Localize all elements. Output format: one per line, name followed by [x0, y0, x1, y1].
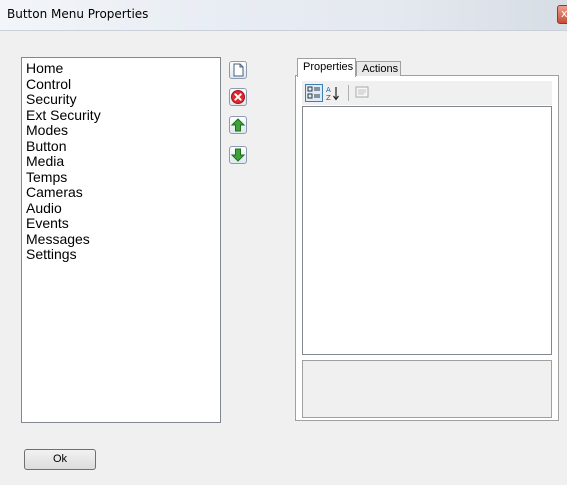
arrow-down-icon — [230, 148, 246, 162]
list-item[interactable]: Ext Security — [22, 107, 220, 124]
new-document-icon — [233, 63, 244, 77]
property-pages-icon — [355, 86, 369, 98]
list-item[interactable]: Modes — [22, 122, 220, 139]
menu-listbox[interactable]: Home Control Security Ext Security Modes Butt… — [21, 57, 221, 423]
alphabetical-sort-icon: A Z — [326, 86, 339, 102]
list-item[interactable]: Cameras — [22, 184, 220, 201]
close-button[interactable]: x — [557, 5, 567, 24]
toolbar-separator — [348, 85, 349, 101]
property-pages-button[interactable] — [354, 84, 372, 102]
list-item[interactable]: Audio — [22, 200, 220, 217]
property-grid[interactable] — [302, 106, 552, 355]
tab-properties[interactable]: Properties — [297, 58, 356, 77]
categorized-icon — [307, 86, 320, 99]
close-icon: x — [561, 7, 567, 20]
alphabetical-button[interactable]: A Z — [324, 84, 342, 102]
window-title: Button Menu Properties — [7, 7, 149, 21]
ok-button[interactable]: Ok — [24, 449, 96, 470]
list-item[interactable]: Security — [22, 91, 220, 108]
property-description — [302, 360, 552, 418]
list-item[interactable]: Events — [22, 215, 220, 232]
categorized-button[interactable] — [305, 84, 323, 102]
list-item[interactable]: Settings — [22, 246, 220, 263]
new-item-button[interactable] — [229, 61, 247, 79]
move-up-button[interactable] — [229, 116, 247, 134]
svg-text:Z: Z — [326, 94, 331, 102]
menu-list: Home Control Security Ext Security Modes Butt… — [22, 58, 220, 263]
arrow-up-icon — [230, 118, 246, 132]
tab-actions[interactable]: Actions — [356, 61, 401, 76]
title-bar: Button Menu Properties x — [0, 0, 567, 31]
delete-icon — [231, 90, 245, 104]
list-item[interactable]: Home — [22, 60, 220, 77]
list-item[interactable]: Control — [22, 76, 220, 93]
list-item[interactable]: Media — [22, 153, 220, 170]
delete-item-button[interactable] — [229, 88, 247, 106]
list-item[interactable]: Button — [22, 138, 220, 155]
list-item[interactable]: Messages — [22, 231, 220, 248]
property-toolbar: A Z — [302, 81, 552, 105]
move-down-button[interactable] — [229, 146, 247, 164]
list-item[interactable]: Temps — [22, 169, 220, 186]
svg-text:A: A — [326, 86, 331, 94]
